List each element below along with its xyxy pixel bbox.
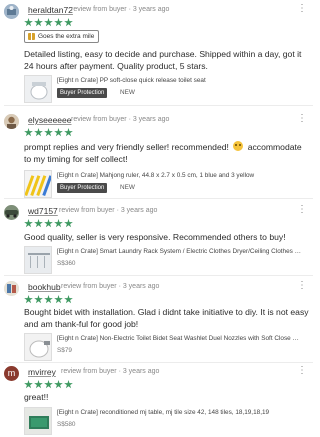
product-thumbnail[interactable] <box>24 333 52 361</box>
product-title[interactable]: [Eight n Crate] PP soft-close quick rele… <box>57 77 302 84</box>
compliment-tag: Goes the extra mile <box>24 30 100 43</box>
star-icon <box>54 295 63 304</box>
product-condition: NEW <box>120 184 135 191</box>
star-icon <box>64 219 73 228</box>
star-icon <box>34 18 43 27</box>
avatar[interactable] <box>4 205 19 220</box>
avatar-letter: m <box>7 368 16 378</box>
review-item: wd7157 review from buyer · 3 years ago ⋮… <box>0 205 315 274</box>
star-icon <box>24 18 33 27</box>
star-icon <box>44 128 53 137</box>
product-thumbnail[interactable] <box>24 75 52 103</box>
star-rating <box>24 128 73 138</box>
buyer-protection-badge: Buyer Protection <box>57 88 108 98</box>
product-thumbnail[interactable] <box>24 407 52 435</box>
divider <box>4 198 313 199</box>
product-title[interactable]: [Eight n Crate] Smart Laundry Rack Syste… <box>57 248 302 255</box>
star-icon <box>24 128 33 137</box>
star-icon <box>34 380 43 389</box>
reviewer-username[interactable]: elyseeeeee <box>28 115 71 125</box>
star-icon <box>64 18 73 27</box>
product-title[interactable]: [Eight n Crate] Non-Electric Toilet Bide… <box>57 335 302 342</box>
divider <box>4 105 313 106</box>
product-card[interactable]: [Eight n Crate] PP soft-close quick rele… <box>24 75 304 107</box>
gift-icon <box>28 33 35 40</box>
review-text: Detailed listing, easy to decide and pur… <box>24 49 302 71</box>
avatar[interactable]: m <box>4 366 19 381</box>
product-thumbnail[interactable] <box>24 246 52 274</box>
star-icon <box>64 295 73 304</box>
star-rating <box>24 295 73 305</box>
more-options-icon[interactable]: ⋮ <box>297 281 307 291</box>
review-item: bookhub review from buyer · 3 years ago … <box>0 281 315 361</box>
reviewer-username[interactable]: heraldtan72 <box>28 5 73 15</box>
smiley-emoji-icon <box>233 141 244 151</box>
reviewer-username[interactable]: mvirrey <box>28 367 56 377</box>
product-card[interactable]: [Eight n Crate] Smart Laundry Rack Syste… <box>24 246 304 278</box>
product-price: S$580 <box>57 421 76 428</box>
star-icon <box>24 219 33 228</box>
review-text: great!! <box>24 392 49 402</box>
review-meta: review from buyer · 3 years ago <box>71 116 170 123</box>
reviewer-username[interactable]: bookhub <box>28 282 61 292</box>
review-text: prompt replies and very friendly seller!… <box>24 141 309 165</box>
star-icon <box>34 128 43 137</box>
more-options-icon[interactable]: ⋮ <box>297 4 307 14</box>
star-icon <box>44 380 53 389</box>
star-icon <box>44 219 53 228</box>
product-title[interactable]: [Eight n Crate] reconditioned mj table, … <box>57 409 302 416</box>
avatar[interactable] <box>4 281 19 296</box>
star-icon <box>24 295 33 304</box>
product-condition: NEW <box>120 89 135 96</box>
star-icon <box>44 295 53 304</box>
product-card[interactable]: [Eight n Crate] Non-Electric Toilet Bide… <box>24 333 304 365</box>
review-meta: review from buyer · 3 years ago <box>61 368 160 375</box>
star-icon <box>54 128 63 137</box>
avatar[interactable] <box>4 4 19 19</box>
review-text: Good quality, seller is very responsive.… <box>24 232 286 242</box>
review-item: heraldtan72 review from buyer · 3 years … <box>0 4 315 103</box>
divider <box>4 275 313 276</box>
review-meta: review from buyer · 3 years ago <box>59 207 158 214</box>
divider <box>4 362 313 363</box>
more-options-icon[interactable]: ⋮ <box>297 114 307 124</box>
more-options-icon[interactable]: ⋮ <box>297 205 307 215</box>
star-icon <box>64 128 73 137</box>
buyer-protection-badge: Buyer Protection <box>57 183 108 193</box>
star-rating <box>24 18 73 28</box>
product-title[interactable]: [Eight n Crate] Mahjong ruler, 44.8 x 2.… <box>57 172 302 179</box>
review-meta: review from buyer · 3 years ago <box>61 283 160 290</box>
compliment-tag-label: Goes the extra mile <box>38 33 95 40</box>
star-icon <box>34 219 43 228</box>
star-icon <box>64 380 73 389</box>
star-icon <box>44 18 53 27</box>
review-meta: review from buyer · 3 years ago <box>71 6 170 13</box>
review-text-part: prompt replies and very friendly seller!… <box>24 142 229 152</box>
reviewer-username[interactable]: wd7157 <box>28 206 58 216</box>
review-text: Bought bidet with installation. Glad i d… <box>24 307 309 329</box>
product-price: S$360 <box>57 260 76 267</box>
star-rating <box>24 380 73 390</box>
star-icon <box>54 219 63 228</box>
star-rating <box>24 219 73 229</box>
avatar[interactable] <box>4 114 19 129</box>
review-item: m mvirrey review from buyer · 3 years ag… <box>0 366 315 436</box>
product-card[interactable]: [Eight n Crate] reconditioned mj table, … <box>24 407 304 437</box>
review-item: elyseeeeee review from buyer · 3 years a… <box>0 114 315 202</box>
star-icon <box>24 380 33 389</box>
star-icon <box>34 295 43 304</box>
star-icon <box>54 18 63 27</box>
more-options-icon[interactable]: ⋮ <box>297 366 307 376</box>
product-price: S$79 <box>57 347 72 354</box>
product-thumbnail[interactable] <box>24 170 52 198</box>
star-icon <box>54 380 63 389</box>
